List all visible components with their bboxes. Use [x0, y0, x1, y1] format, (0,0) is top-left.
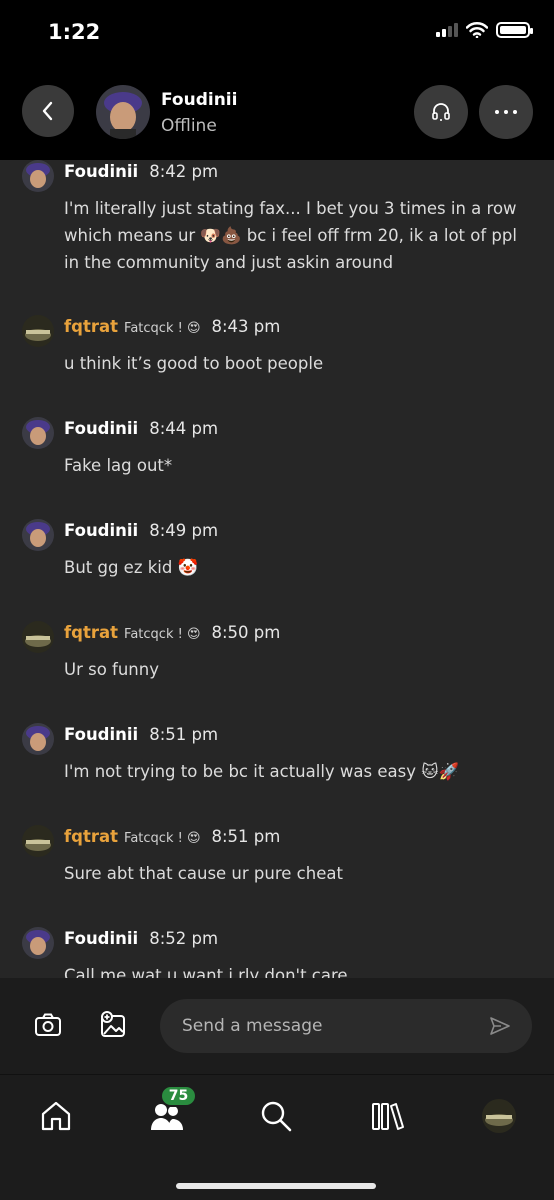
add-image-icon — [101, 1011, 125, 1037]
camera-icon — [35, 1013, 61, 1036]
message-author-gamertag: Fatcqck ! 😍 — [124, 831, 201, 846]
send-icon — [490, 1017, 510, 1035]
message-list[interactable]: Foudinii 8:42 pm I'm literally just stat… — [0, 160, 554, 978]
message-text: I'm not trying to be bc it actually was … — [64, 762, 459, 781]
send-button[interactable] — [489, 1016, 511, 1040]
battery-icon — [496, 22, 533, 38]
more-options-button[interactable] — [479, 85, 533, 139]
add-image-button[interactable] — [99, 1011, 127, 1043]
signal-icon — [436, 23, 458, 37]
message-author: fqtrat — [64, 317, 119, 336]
contact-status: Offline — [161, 116, 217, 136]
back-button[interactable] — [22, 85, 74, 137]
wifi-icon — [466, 22, 488, 38]
search-icon — [261, 1101, 292, 1132]
foudinii-avatar — [22, 160, 54, 192]
party-chat-button[interactable] — [414, 85, 468, 139]
message-author: fqtrat — [64, 827, 119, 846]
message-text: u think it’s good to boot people — [64, 354, 324, 373]
foudinii-avatar — [22, 519, 54, 551]
headset-icon — [432, 103, 450, 121]
message-input[interactable] — [160, 999, 532, 1053]
message-time: 8:51 pm — [149, 725, 219, 744]
foudinii-avatar — [22, 723, 54, 755]
home-icon — [41, 1101, 71, 1131]
camera-button[interactable] — [34, 1012, 62, 1042]
contact-avatar[interactable] — [96, 85, 150, 139]
message-author: Foudinii — [64, 521, 139, 540]
message-time: 8:42 pm — [149, 162, 219, 181]
message-text: I'm literally just stating fax... I bet … — [64, 199, 517, 272]
fqtrat-avatar — [22, 825, 54, 857]
library-icon — [372, 1103, 404, 1130]
profile-avatar — [482, 1099, 516, 1133]
message-text: Ur so funny — [64, 660, 159, 679]
message-author: Foudinii — [64, 419, 139, 438]
message-author: Foudinii — [64, 162, 139, 181]
message-time: 8:52 pm — [149, 929, 219, 948]
message-text: Fake lag out* — [64, 456, 173, 475]
foudinii-avatar — [22, 927, 54, 959]
message-text: Call me wat u want i rly don't care — [64, 966, 348, 978]
message-author: Foudinii — [64, 725, 139, 744]
foudinii-avatar — [22, 417, 54, 449]
home-indicator — [176, 1183, 376, 1189]
status-time: 1:22 — [48, 20, 101, 44]
message-time: 8:50 pm — [211, 623, 281, 642]
tab-home[interactable] — [34, 1094, 78, 1138]
message-author-gamertag: Fatcqck ! 😍 — [124, 627, 201, 642]
more-icon — [495, 110, 517, 114]
message-time: 8:51 pm — [211, 827, 281, 846]
message-time: 8:49 pm — [149, 521, 219, 540]
tab-search[interactable] — [254, 1094, 298, 1138]
status-icons — [436, 22, 533, 38]
message-author-gamertag: Fatcqck ! 😍 — [124, 321, 201, 336]
message-time: 8:44 pm — [149, 419, 219, 438]
tab-profile[interactable] — [477, 1094, 521, 1138]
message-text: But gg ez kid 🤡 — [64, 558, 199, 577]
contact-name: Foudinii — [161, 90, 238, 110]
chevron-left-icon — [42, 101, 53, 121]
message-time: 8:43 pm — [211, 317, 281, 336]
friends-badge: 75 — [160, 1085, 197, 1107]
fqtrat-avatar — [22, 315, 54, 347]
message-text: Sure abt that cause ur pure cheat — [64, 864, 343, 883]
message-author: fqtrat — [64, 623, 119, 642]
tab-library[interactable] — [366, 1094, 410, 1138]
fqtrat-avatar — [22, 621, 54, 653]
message-author: Foudinii — [64, 929, 139, 948]
